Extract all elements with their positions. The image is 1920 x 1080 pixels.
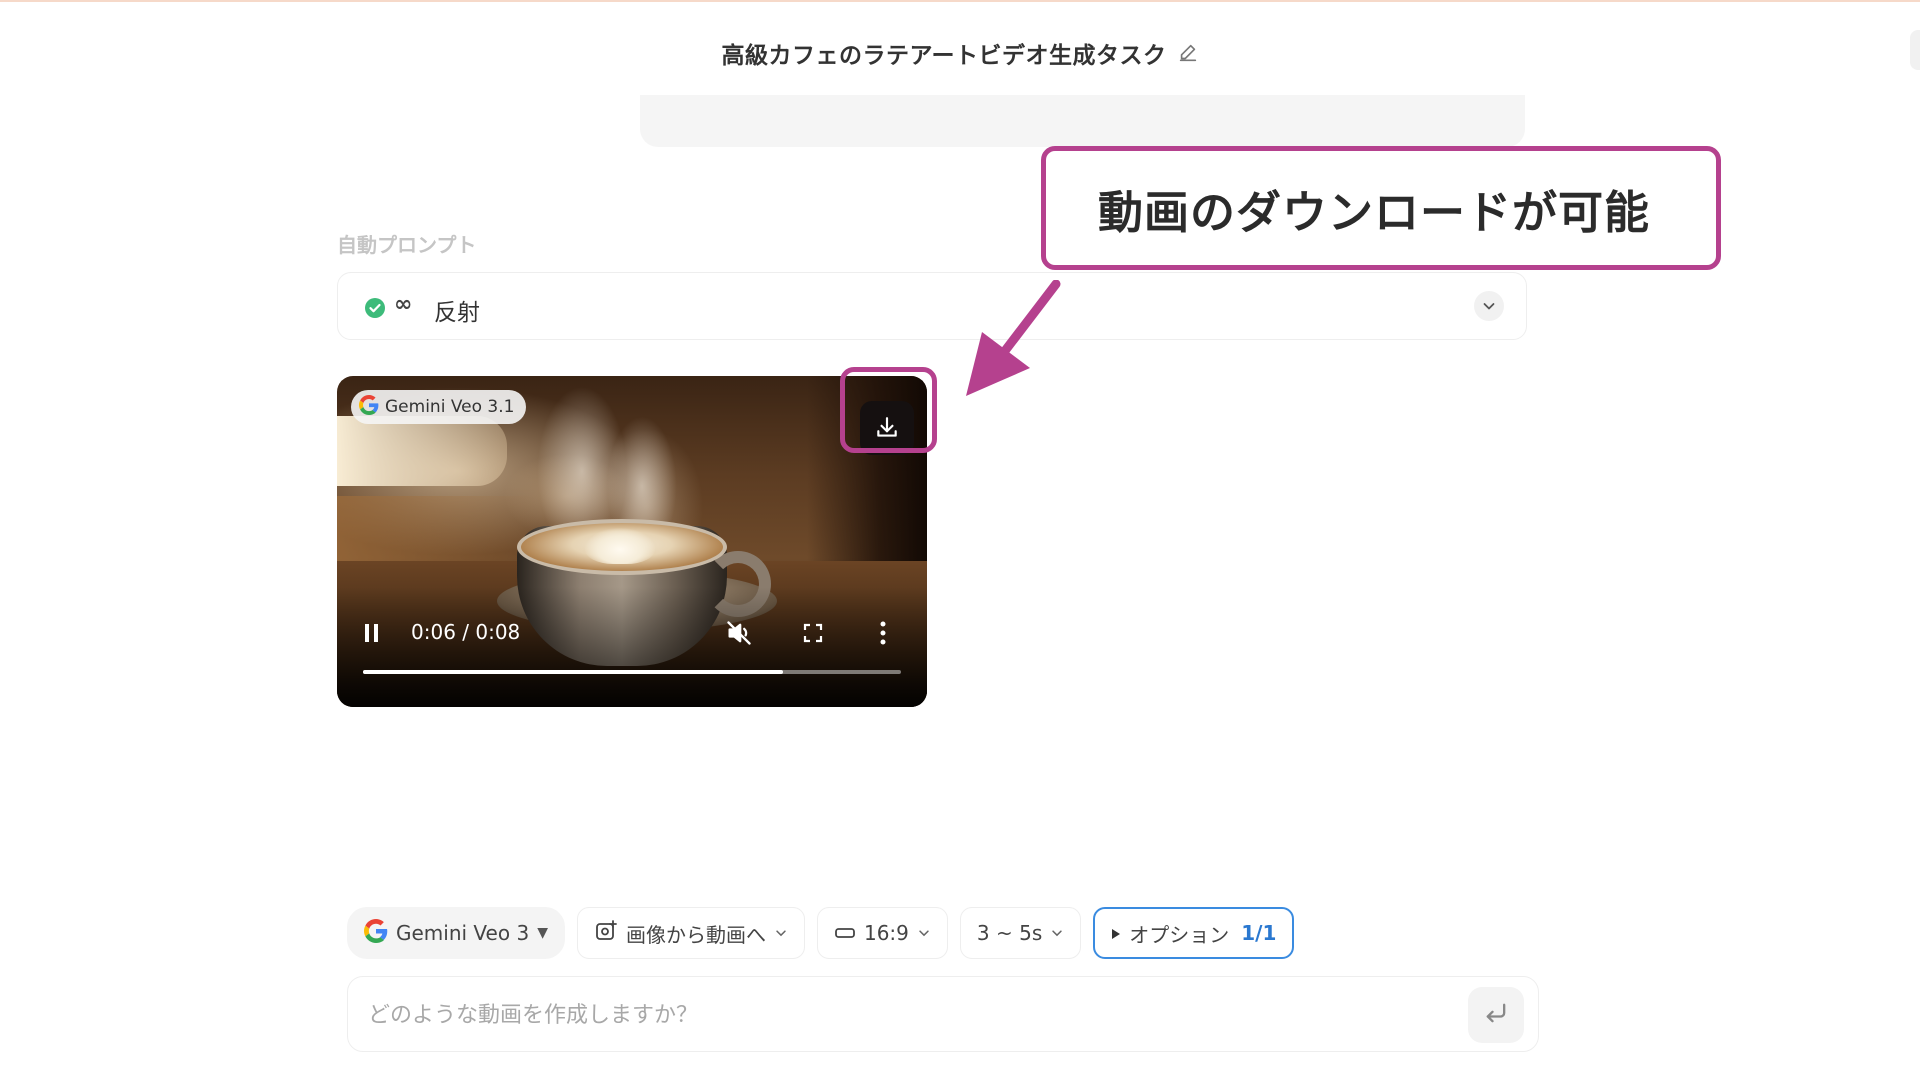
muted-speaker-icon[interactable] xyxy=(725,619,753,651)
controls-overlay xyxy=(337,587,927,707)
check-circle-icon xyxy=(364,297,386,323)
top-divider xyxy=(0,0,1920,2)
enter-icon xyxy=(1482,999,1510,1031)
options-button[interactable]: オプション 1/1 xyxy=(1093,907,1295,959)
progress-bar[interactable] xyxy=(363,670,901,674)
annotation-callout: 動画のダウンロードが可能 xyxy=(1041,146,1721,270)
auto-prompt-value: 反射 xyxy=(434,300,480,326)
time-display: 0:06 / 0:08 xyxy=(411,620,521,644)
fullscreen-icon[interactable] xyxy=(801,621,825,649)
chevron-down-icon xyxy=(1050,921,1064,945)
google-logo-icon xyxy=(364,918,388,948)
chevron-down-icon xyxy=(774,921,788,945)
annotation-arrow-icon xyxy=(960,279,1070,404)
auto-prompt-dropdown[interactable]: ∞ 反射 xyxy=(337,272,1527,340)
duration-selector[interactable]: 3 ~ 5s xyxy=(959,907,1082,959)
aspect-ratio-icon xyxy=(834,921,856,945)
model-selector-label: Gemini Veo 3 xyxy=(396,921,530,945)
generation-toolbar: Gemini Veo 3 ▼ 画像から動画へ 16:9 3 ~ 5s オプション… xyxy=(347,906,1295,960)
download-highlight-box xyxy=(840,367,937,453)
more-vertical-icon[interactable] xyxy=(879,620,887,650)
page-title[interactable]: 高級カフェのラテアートビデオ生成タスク xyxy=(721,36,1166,70)
callout-text: 動画のダウンロードが可能 xyxy=(1098,185,1651,239)
prompt-composer xyxy=(347,976,1539,1052)
video-player[interactable]: Gemini Veo 3.1 0:06 / 0:08 xyxy=(337,376,927,707)
image-to-video-icon xyxy=(594,919,618,948)
latte-art xyxy=(585,528,655,564)
caret-down-icon: ▼ xyxy=(537,925,548,941)
chevron-down-icon xyxy=(917,921,931,945)
page: 高級カフェのラテアートビデオ生成タスク 自動プロンプト ∞ 反射 Gemini … xyxy=(0,0,1920,1080)
model-badge: Gemini Veo 3.1 xyxy=(351,390,527,424)
aspect-ratio-label: 16:9 xyxy=(863,921,909,945)
infinity-icon: ∞ xyxy=(394,292,413,317)
pencil-icon[interactable] xyxy=(1177,42,1199,64)
model-selector[interactable]: Gemini Veo 3 ▼ xyxy=(347,907,565,959)
caret-right-icon xyxy=(1111,921,1121,945)
model-badge-label: Gemini Veo 3.1 xyxy=(385,397,515,417)
prompt-input[interactable] xyxy=(366,991,1420,1039)
chevron-down-icon[interactable] xyxy=(1474,291,1504,321)
previous-message-bubble xyxy=(640,95,1525,147)
background-window-light xyxy=(337,416,507,486)
progress-fill xyxy=(363,670,783,674)
mode-selector-label: 画像から動画へ xyxy=(625,922,766,947)
title-row: 高級カフェのラテアートビデオ生成タスク xyxy=(0,36,1920,70)
mode-selector[interactable]: 画像から動画へ xyxy=(576,907,805,959)
aspect-ratio-selector[interactable]: 16:9 xyxy=(816,907,948,959)
send-button[interactable] xyxy=(1468,987,1524,1043)
duration-label: 3 ~ 5s xyxy=(976,921,1043,945)
options-count: 1/1 xyxy=(1241,921,1277,945)
pause-icon[interactable] xyxy=(363,623,381,647)
options-label: オプション xyxy=(1129,922,1230,947)
side-panel-handle[interactable] xyxy=(1910,30,1920,70)
google-logo-icon xyxy=(359,394,379,420)
auto-prompt-label: 自動プロンプト xyxy=(337,233,477,257)
